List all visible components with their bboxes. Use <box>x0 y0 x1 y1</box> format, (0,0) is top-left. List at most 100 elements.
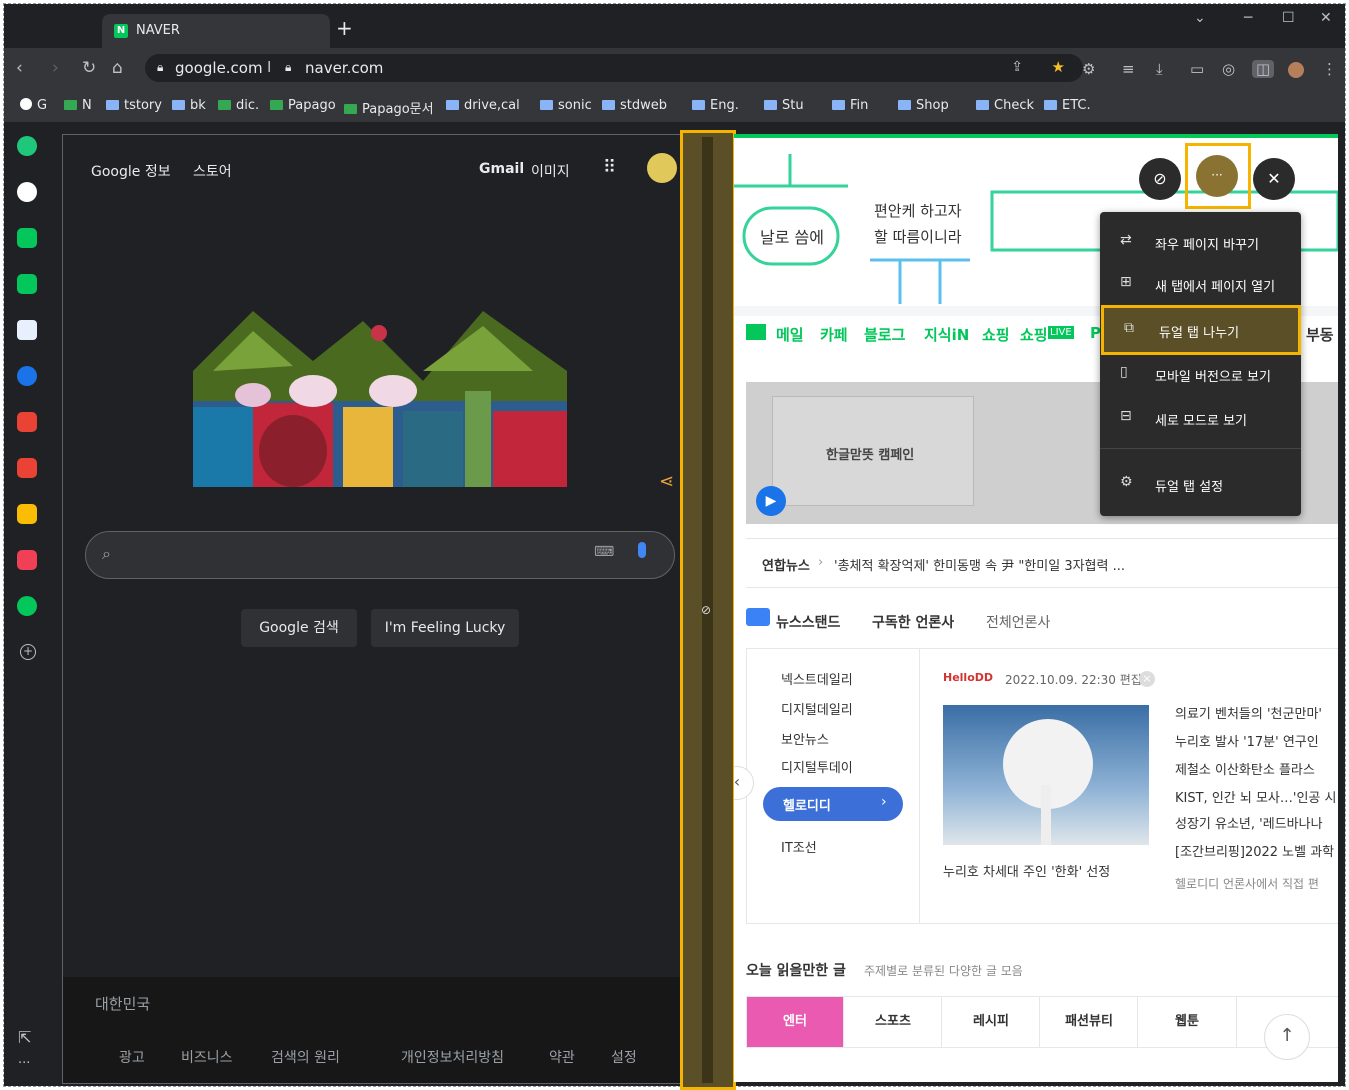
minimize-icon[interactable]: ─ <box>1244 10 1252 26</box>
press-logo[interactable]: HelloDD <box>943 671 993 684</box>
feeling-lucky-button[interactable]: I'm Feeling Lucky <box>371 609 519 647</box>
add-icon[interactable]: + <box>20 644 36 660</box>
bookmark-etc[interactable]: ETC. <box>1044 98 1091 113</box>
papago-icon[interactable] <box>17 366 37 386</box>
map-icon[interactable] <box>17 504 37 524</box>
apps-grid-icon[interactable]: ⠿ <box>603 157 616 178</box>
headline-item[interactable]: KIST, 인간 뇌 모사…'인공 시 <box>1175 787 1336 806</box>
bookmark-star-icon[interactable]: ★ <box>1052 58 1065 76</box>
menu-open-new-tab[interactable]: ⊞ 새 탭에서 페이지 열기 <box>1100 264 1301 304</box>
account-avatar[interactable] <box>647 153 677 183</box>
nav-mail[interactable]: 메일 <box>776 324 804 345</box>
bookmark-dic[interactable]: dic. <box>218 98 259 113</box>
screenshot-icon[interactable]: ◎ <box>1222 60 1235 78</box>
bookmark-n[interactable]: N <box>64 98 92 113</box>
nav-cafe[interactable]: 카페 <box>820 324 848 345</box>
bookmark-eng[interactable]: Eng. <box>692 98 739 113</box>
capture-icon[interactable]: ▭ <box>1190 60 1204 78</box>
tab-sports[interactable]: 스포츠 <box>843 997 942 1047</box>
keyboard-icon[interactable]: ⌨ <box>594 544 614 560</box>
google-search-box[interactable]: ⌕ ⌨ <box>85 531 675 579</box>
tab-fashion-beauty[interactable]: 패션뷰티 <box>1039 997 1138 1047</box>
headline-item[interactable]: 누리호 발사 '17분' 연구인 <box>1175 731 1319 750</box>
google-icon[interactable] <box>17 182 37 202</box>
subscribed-press-link[interactable]: 구독한 언론사 <box>872 612 954 632</box>
bookmark-shop[interactable]: Shop <box>898 98 949 113</box>
bookmark-papago-doc[interactable]: Papago문서 <box>344 98 434 117</box>
close-icon[interactable]: ✕ <box>1253 158 1295 200</box>
mail-icon[interactable] <box>746 324 766 340</box>
bookmark-icon[interactable] <box>17 596 37 616</box>
external-link-icon[interactable]: ⇱ <box>18 1028 31 1047</box>
press-item[interactable]: 디지털데일리 <box>781 699 853 718</box>
footer-settings-link[interactable]: 설정 <box>611 1047 637 1067</box>
bookmark-sonic[interactable]: sonic <box>540 98 592 113</box>
menu-swap-pages[interactable]: ⇄ 좌우 페이지 바꾸기 <box>1100 222 1301 262</box>
headline-item[interactable]: 의료기 벤처들의 '천군만마' <box>1175 703 1322 722</box>
footer-business-link[interactable]: 비즈니스 <box>181 1047 233 1067</box>
tab-entertainment[interactable]: 엔터 <box>747 997 843 1047</box>
naver-talk-icon[interactable] <box>17 228 37 248</box>
bookmark-check[interactable]: Check <box>976 98 1034 113</box>
photo-caption[interactable]: 누리호 차세대 주인 '한화' 선정 <box>943 861 1110 880</box>
bookmark-bk[interactable]: bk <box>172 98 206 113</box>
download-icon[interactable]: ⤓ <box>1156 60 1163 78</box>
bookmark-stu[interactable]: Stu <box>764 98 804 113</box>
nav-blog[interactable]: 블로그 <box>864 324 905 345</box>
naver-memo-icon[interactable] <box>17 274 37 294</box>
home-icon[interactable]: ⌂ <box>112 58 123 78</box>
address-bar[interactable]: 🔒︎ google.com I 🔒︎ naver.com ⇪ ★ <box>145 54 1083 82</box>
sidebar-more[interactable]: ··· <box>18 1056 30 1071</box>
bookmark-tstory[interactable]: tstory <box>106 98 162 113</box>
headline-item[interactable]: 성장기 유소년, '레드바나나 <box>1175 813 1323 832</box>
press-item[interactable]: 보안뉴스 <box>781 729 829 748</box>
dual-tab-icon[interactable]: ◫ <box>1252 60 1275 78</box>
tab-recipe[interactable]: 레시피 <box>941 997 1040 1047</box>
link-icon[interactable]: ⊘ <box>1139 158 1181 200</box>
microphone-icon[interactable] <box>638 542 646 558</box>
footer-how-search-works-link[interactable]: 검색의 원리 <box>271 1047 340 1067</box>
menu-icon[interactable]: ⋮ <box>1322 60 1337 78</box>
sidebar-green-icon[interactable] <box>17 136 37 156</box>
pocket-icon[interactable] <box>17 550 37 570</box>
footer-terms-link[interactable]: 약관 <box>549 1047 575 1067</box>
share-icon[interactable]: ⇪ <box>1011 59 1023 75</box>
press-item[interactable]: IT조선 <box>781 837 817 856</box>
bookmark-g[interactable]: G <box>20 98 47 113</box>
dual-tab-divider[interactable]: ⊘ <box>680 130 736 1090</box>
maximize-icon[interactable]: ☐ <box>1282 10 1295 26</box>
news-ticker[interactable]: 연합뉴스 › '총체적 확장억제' 한미동맹 속 尹 "한미일 3자협력 ... <box>746 538 1338 588</box>
google-about-link[interactable]: Google 정보 <box>91 161 171 181</box>
footer-ads-link[interactable]: 광고 <box>119 1047 145 1067</box>
headline-item[interactable]: 제철소 이산화탄소 플라스 <box>1175 759 1315 778</box>
back-icon[interactable]: ‹ <box>16 58 23 78</box>
forward-icon[interactable]: › <box>52 58 59 78</box>
press-item-selected[interactable]: 헬로디디 › <box>763 787 903 821</box>
bookmark-stdweb[interactable]: stdweb <box>602 98 667 113</box>
unsubscribe-icon[interactable]: × <box>1139 671 1155 687</box>
menu-dual-tab-settings[interactable]: ⚙ 듀얼 탭 설정 <box>1100 464 1301 504</box>
google-search-button[interactable]: Google 검색 <box>241 609 357 647</box>
tab-webtoon[interactable]: 웹툰 <box>1137 997 1237 1047</box>
all-press-link[interactable]: 전체언론사 <box>986 612 1050 632</box>
tab-naver[interactable]: N NAVER <box>102 14 330 48</box>
share-icon[interactable]: ⋖ <box>659 471 674 492</box>
news-headline[interactable]: '총체적 확장억제' 한미동맹 속 尹 "한미일 3자협력 ... <box>834 555 1125 574</box>
nav-shopping[interactable]: 쇼핑 <box>982 324 1010 345</box>
google-store-link[interactable]: 스토어 <box>193 161 232 181</box>
headline-item[interactable]: [조간브리핑]2022 노벨 과학 <box>1175 841 1334 860</box>
images-link[interactable]: 이미지 <box>531 161 570 181</box>
youtube-icon[interactable] <box>17 412 37 432</box>
reload-icon[interactable]: ↻ <box>82 58 96 78</box>
scroll-top-icon[interactable]: ↑ <box>1264 1014 1310 1060</box>
extensions-icon[interactable]: ⚙ <box>1082 60 1095 78</box>
bookmark-papago[interactable]: Papago <box>270 98 336 113</box>
menu-mobile-version[interactable]: ▯ 모바일 버전으로 보기 <box>1100 354 1301 394</box>
more-options-button[interactable]: ··· <box>1196 155 1238 197</box>
footer-privacy-link[interactable]: 개인정보처리방침 <box>401 1047 504 1067</box>
youtube-icon[interactable] <box>17 458 37 478</box>
translate-icon[interactable] <box>17 320 37 340</box>
google-doodle[interactable] <box>193 311 567 487</box>
press-item[interactable]: 디지털투데이 <box>781 757 853 776</box>
menu-split-dual-tab[interactable]: ⧉ 듀얼 탭 나누기 <box>1101 305 1301 355</box>
